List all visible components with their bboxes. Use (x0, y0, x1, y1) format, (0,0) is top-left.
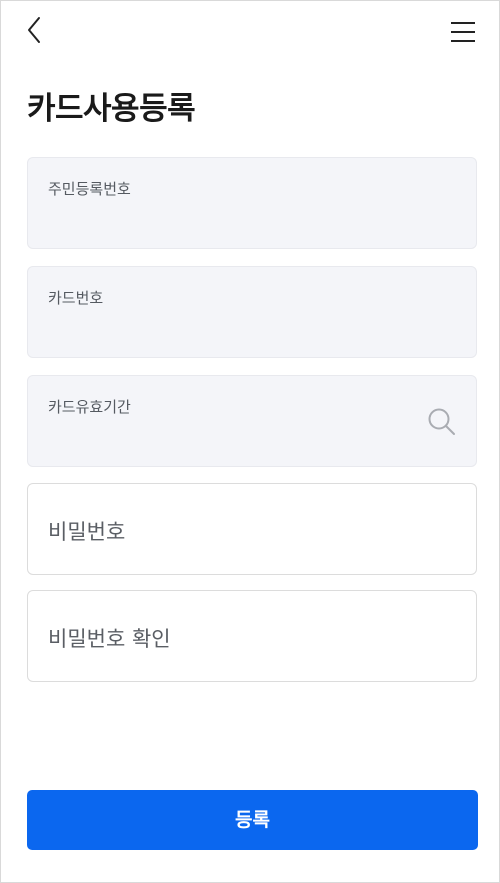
password-confirm-field[interactable]: 비밀번호 확인 (27, 590, 477, 682)
password-confirm-placeholder: 비밀번호 확인 (48, 627, 171, 651)
resident-number-field[interactable]: 주민등록번호 (27, 157, 477, 249)
card-expiry-field[interactable]: 카드유효기간 (27, 375, 477, 467)
password-field[interactable]: 비밀번호 (27, 483, 477, 575)
top-bar (1, 1, 499, 61)
search-icon (428, 408, 455, 435)
card-expiry-label: 카드유효기간 (48, 398, 131, 416)
password-placeholder: 비밀번호 (48, 520, 126, 544)
hamburger-menu-icon (451, 22, 475, 42)
resident-number-label: 주민등록번호 (48, 180, 131, 198)
back-button[interactable] (21, 13, 51, 47)
page-title: 카드사용등록 (27, 91, 196, 127)
chevron-left-icon (28, 17, 40, 43)
card-number-field[interactable]: 카드번호 (27, 266, 477, 358)
card-registration-screen: 카드사용등록 주민등록번호 카드번호 카드유효기간 비밀번호 비밀번호 확인 등… (0, 0, 500, 883)
register-button[interactable]: 등록 (27, 790, 478, 850)
menu-button[interactable] (447, 17, 479, 47)
card-expiry-search-button[interactable] (426, 406, 458, 438)
card-number-label: 카드번호 (48, 289, 104, 307)
